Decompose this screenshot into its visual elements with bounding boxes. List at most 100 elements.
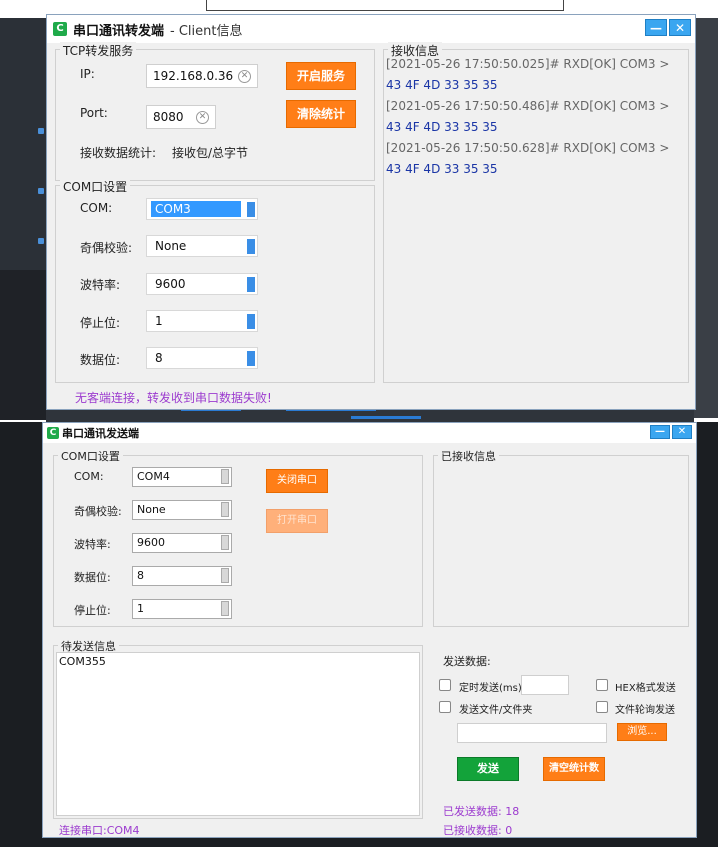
com-label: COM: (74, 470, 104, 483)
ip-value: 192.168.0.36 (153, 69, 234, 83)
desktop-marker (38, 128, 44, 134)
parity-value: None (155, 239, 187, 253)
stopbits-select[interactable]: 1 (146, 310, 258, 332)
baud-label: 波特率: (74, 538, 111, 551)
ip-label: IP: (80, 67, 95, 81)
dropdown-arrow-icon[interactable] (247, 351, 255, 366)
baud-value: 9600 (137, 536, 165, 549)
sender-titlebar[interactable]: C 串口通讯发送端 — ✕ (43, 423, 696, 443)
hex-send-checkbox[interactable] (596, 679, 608, 691)
desktop-bottom-right (697, 422, 718, 847)
clear-count-button[interactable]: 清空统计数 (543, 757, 605, 781)
receive-info-group: 接收信息 [2021-05-26 17:50:50.025]# RXD[OK] … (383, 42, 689, 383)
baud-select[interactable]: 9600 (132, 533, 232, 553)
timed-send-label: 定时发送(ms) (459, 683, 522, 694)
timed-send-interval-field[interactable] (521, 675, 569, 695)
dropdown-arrow-icon[interactable] (221, 535, 229, 550)
parity-select[interactable]: None (132, 500, 232, 520)
browse-button[interactable]: 浏览... (617, 723, 667, 741)
databits-select[interactable]: 8 (146, 347, 258, 369)
dropdown-arrow-icon[interactable] (247, 277, 255, 292)
databits-label: 数据位: (74, 571, 111, 584)
file-send-checkbox[interactable] (439, 701, 451, 713)
minimize-button[interactable]: — (650, 425, 670, 439)
client-window: C 串口通讯转发端 - Client信息 — ✕ TCP转发服务 IP: 192… (46, 14, 696, 410)
clear-icon[interactable]: ✕ (196, 111, 209, 124)
pending-send-group: 待发送信息 COM355 (53, 638, 423, 819)
parity-select[interactable]: None (146, 235, 258, 257)
start-service-button[interactable]: 开启服务 (286, 62, 356, 90)
dropdown-arrow-icon[interactable] (221, 601, 229, 616)
sender-com-settings-group: COM口设置 COM: COM4 奇偶校验: None 波特率: 9600 数据… (53, 448, 423, 627)
log-data-line: 43 4F 4D 33 35 35 (386, 162, 498, 176)
file-poll-checkbox[interactable] (596, 701, 608, 713)
close-button[interactable]: ✕ (669, 19, 691, 36)
send-button[interactable]: 发送 (457, 757, 519, 781)
stopbits-value: 1 (155, 314, 163, 328)
minimize-button[interactable]: — (645, 19, 667, 36)
sent-count-text: 已发送数据: 18 (443, 805, 520, 818)
desktop-middle-strip (46, 408, 694, 422)
desktop-marker (351, 416, 421, 419)
close-port-button[interactable]: 关闭串口 (266, 469, 328, 493)
baud-value: 9600 (155, 277, 186, 291)
group-title: COM口设置 (60, 178, 131, 195)
client-status-text: 无客端连接，转发收到串口数据失败! (75, 391, 272, 405)
stopbits-select[interactable]: 1 (132, 599, 232, 619)
baud-select[interactable]: 9600 (146, 273, 258, 295)
dropdown-arrow-icon[interactable] (221, 469, 229, 484)
dropdown-arrow-icon[interactable] (221, 568, 229, 583)
parity-label: 奇偶校验: (80, 241, 133, 255)
window-title: 串口通讯转发端 (73, 23, 165, 39)
desktop-marker (38, 188, 44, 194)
databits-select[interactable]: 8 (132, 566, 232, 586)
parity-label: 奇偶校验: (74, 505, 122, 518)
desktop-marker (38, 238, 44, 244)
stats-label: 接收数据统计: (80, 146, 157, 160)
hex-send-label: HEX格式发送 (615, 683, 676, 694)
port-field[interactable]: 8080 ✕ (146, 105, 216, 129)
port-label: Port: (80, 106, 108, 120)
client-titlebar[interactable]: C 串口通讯转发端 - Client信息 — ✕ (47, 15, 695, 43)
stopbits-label: 停止位: (80, 316, 121, 330)
databits-label: 数据位: (80, 353, 121, 367)
log-header-line: [2021-05-26 17:50:50.628]# RXD[OK] COM3 … (386, 141, 670, 155)
log-header-line: [2021-05-26 17:50:50.486]# RXD[OK] COM3 … (386, 99, 670, 113)
desktop-right-strip (693, 18, 718, 418)
tcp-service-group: TCP转发服务 IP: 192.168.0.36 ✕ Port: 8080 ✕ … (55, 42, 375, 181)
file-send-label: 发送文件/文件夹 (459, 705, 533, 716)
clear-icon[interactable]: ✕ (238, 70, 251, 83)
app-logo-icon: C (47, 427, 59, 439)
pending-send-text: COM355 (59, 655, 106, 668)
window-title: 串口通讯发送端 (62, 427, 139, 440)
window-subtitle: - Client信息 (170, 23, 243, 39)
com-label: COM: (80, 201, 113, 215)
pending-send-textarea[interactable]: COM355 (56, 652, 420, 816)
com-settings-group: COM口设置 COM: COM3 奇偶校验: None 波特率: 9600 停止… (55, 178, 375, 383)
clear-stats-button[interactable]: 清除统计 (286, 100, 356, 128)
log-header-line: [2021-05-26 17:50:50.025]# RXD[OK] COM3 … (386, 57, 670, 71)
dropdown-arrow-icon[interactable] (247, 239, 255, 254)
com-select[interactable]: COM4 (132, 467, 232, 487)
open-port-button[interactable]: 打开串口 (266, 509, 328, 533)
ip-field[interactable]: 192.168.0.36 ✕ (146, 64, 258, 88)
desktop-dark-block (0, 270, 46, 420)
sender-status-text: 连接串口:COM4 (59, 824, 140, 837)
close-button[interactable]: ✕ (672, 425, 692, 439)
desktop-bottom-left (0, 422, 42, 847)
dropdown-arrow-icon[interactable] (247, 314, 255, 329)
com-value: COM3 (151, 201, 241, 217)
dropdown-arrow-icon[interactable] (221, 502, 229, 517)
com-value: COM4 (137, 470, 170, 483)
databits-value: 8 (137, 569, 144, 582)
group-title: TCP转发服务 (60, 42, 137, 59)
timed-send-checkbox[interactable] (439, 679, 451, 691)
stopbits-label: 停止位: (74, 604, 111, 617)
dropdown-arrow-icon[interactable] (247, 202, 255, 217)
port-value: 8080 (153, 110, 184, 124)
send-data-title: 发送数据: (443, 655, 491, 668)
com-select[interactable]: COM3 (146, 198, 258, 220)
file-path-field[interactable] (457, 723, 607, 743)
app-logo-icon: C (53, 22, 67, 36)
sender-window: C 串口通讯发送端 — ✕ COM口设置 COM: COM4 奇偶校验: Non… (42, 422, 697, 838)
